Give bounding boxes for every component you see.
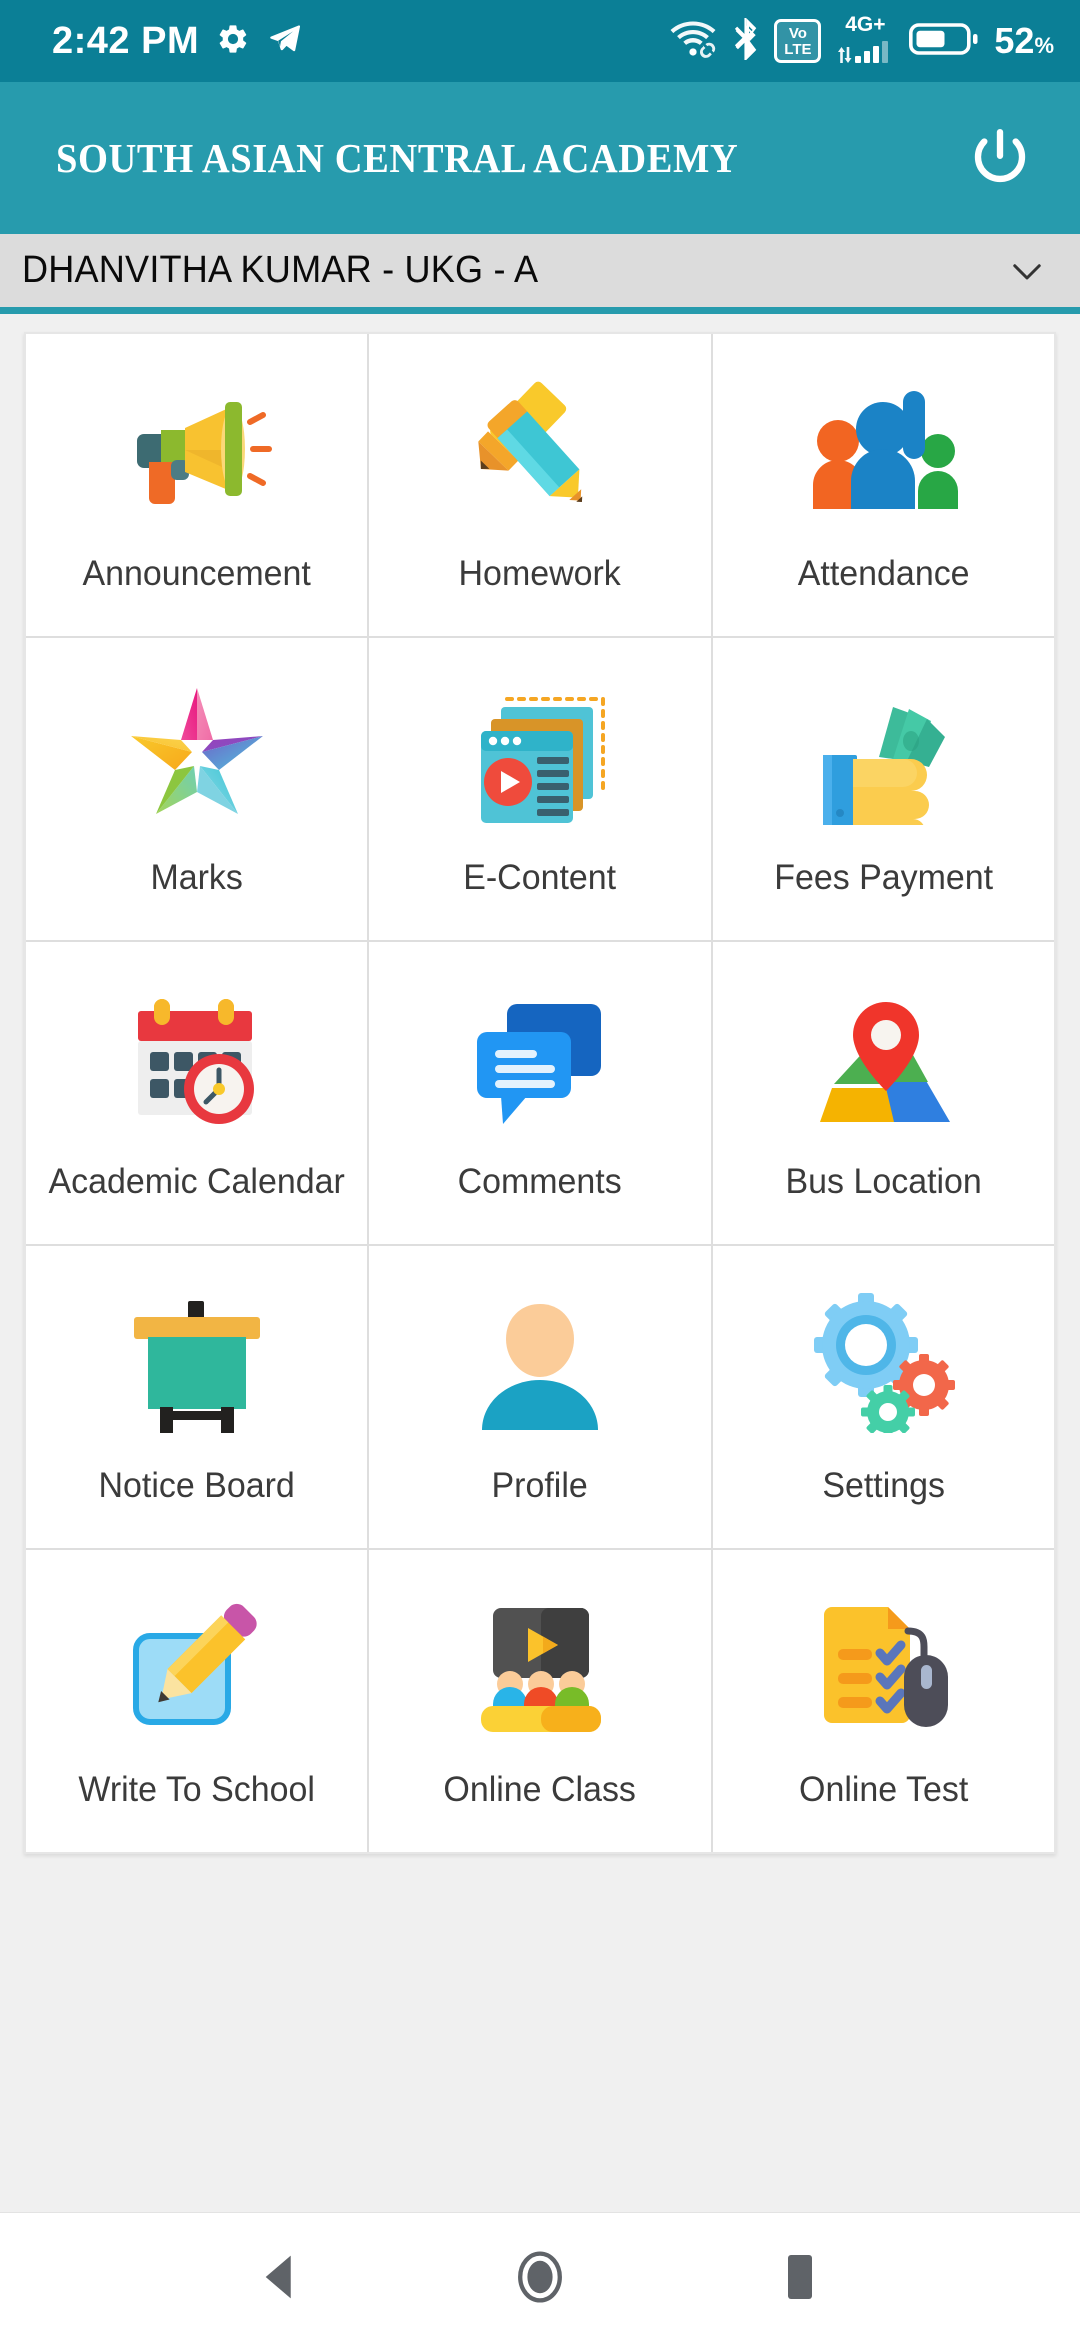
tile-attendance[interactable]: Attendance [712,334,1054,636]
tile-label: Online Class [443,1770,637,1809]
android-navigation-bar [0,2212,1080,2340]
board-easel-icon [26,1278,367,1448]
wifi-icon [670,20,716,63]
tile-settings[interactable]: Settings [712,1246,1054,1548]
recents-square-icon[interactable] [745,2222,855,2332]
page-title: SOUTH ASIAN CENTRAL ACADEMY [56,135,739,181]
map-pin-icon [713,974,1054,1144]
gear-icon [216,22,250,61]
person-avatar-icon [369,1278,710,1448]
tile-bus-location[interactable]: Bus Location [712,942,1054,1244]
home-circle-icon[interactable] [485,2222,595,2332]
tile-label: Attendance [797,554,970,593]
people-raised-hand-icon [713,366,1054,536]
gears-icon [713,1278,1054,1448]
tile-label: Bus Location [785,1162,982,1201]
telegram-send-icon [267,21,303,62]
clock: 2:42 PM [52,20,200,62]
battery-icon [909,21,979,62]
tile-online-class[interactable]: Online Class [369,1550,711,1852]
media-windows-icon [369,670,710,840]
tile-label: Announcement [82,554,311,593]
tile-label: Profile [491,1466,589,1505]
tile-label: Settings [821,1466,945,1505]
megaphone-icon [26,366,367,536]
tile-homework[interactable]: Homework [369,334,711,636]
power-icon[interactable] [960,118,1040,198]
status-bar-right: Vo LTE 4G+ 52% [670,14,1054,68]
colorful-star-icon [26,670,367,840]
tile-comments[interactable]: Comments [369,942,711,1244]
tile-online-test[interactable]: Online Test [712,1550,1054,1852]
tile-marks[interactable]: Marks [26,638,368,940]
pencil-ruler-icon [369,366,710,536]
tile-label: Online Test [798,1770,968,1809]
hand-cash-icon [713,670,1054,840]
tile-academic-calendar[interactable]: Academic Calendar [26,942,368,1244]
tile-label: Write To School [78,1770,315,1809]
test-mouse-icon [713,1582,1054,1752]
tile-label: E-Content [463,858,617,897]
volte-icon: Vo LTE [774,19,822,63]
tile-profile[interactable]: Profile [369,1246,711,1548]
student-selector[interactable]: DHANVITHA KUMAR - UKG - A [0,234,1080,314]
calendar-clock-icon [26,974,367,1144]
signal-icon: 4G+ [836,14,894,68]
tile-e-content[interactable]: E-Content [369,638,711,940]
tile-announcement[interactable]: Announcement [26,334,368,636]
status-bar-left: 2:42 PM [52,21,303,62]
battery-percent: 52% [994,20,1054,61]
bluetooth-icon [731,17,759,65]
speech-bubbles-icon [369,974,710,1144]
status-bar: 2:42 PM Vo LTE 4G+ 52% [0,0,1080,82]
app-root: 2:42 PM Vo LTE 4G+ 52% SOUTH ASIAN CENTR… [0,0,1080,2340]
menu-grid: Announcement Homework Attendance Marks E… [24,332,1056,1854]
back-triangle-icon[interactable] [225,2222,335,2332]
tile-write-to-school[interactable]: Write To School [26,1550,368,1852]
tile-label: Marks [150,858,243,897]
main-content: Announcement Homework Attendance Marks E… [0,314,1080,2212]
student-selector-value: DHANVITHA KUMAR - UKG - A [22,249,539,291]
tile-label: Notice Board [98,1466,295,1505]
note-pencil-icon [26,1582,367,1752]
tile-label: Academic Calendar [48,1162,345,1201]
tile-label: Homework [458,554,622,593]
chevron-down-icon[interactable] [1004,248,1050,294]
tile-fees-payment[interactable]: Fees Payment [712,638,1054,940]
tile-label: Fees Payment [773,858,993,897]
tile-notice-board[interactable]: Notice Board [26,1246,368,1548]
classroom-video-icon [369,1582,710,1752]
app-bar: SOUTH ASIAN CENTRAL ACADEMY [0,82,1080,234]
tile-label: Comments [457,1162,623,1201]
